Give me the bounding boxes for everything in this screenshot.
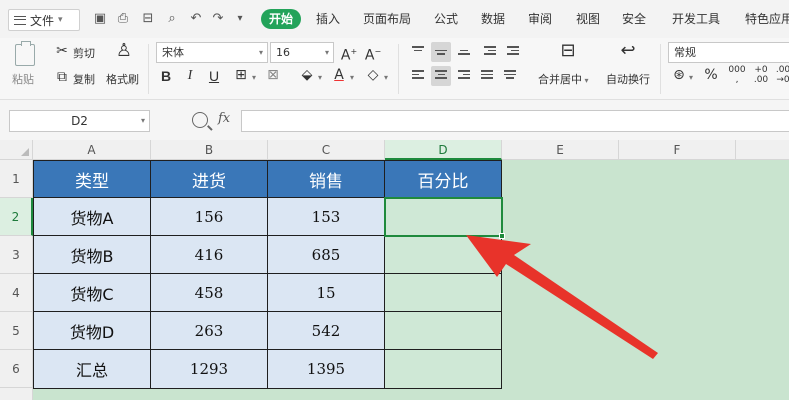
align-top-icon <box>412 46 424 58</box>
merge-center-label: 合并居中 <box>538 73 582 86</box>
increase-decimal-icon[interactable]: +0.00 <box>752 65 770 85</box>
align-middle-button[interactable] <box>431 42 451 62</box>
align-left-button[interactable] <box>408 66 428 86</box>
tab-page-layout[interactable]: 页面布局 <box>363 10 411 28</box>
justify-button[interactable] <box>477 66 497 86</box>
tab-special-apps[interactable]: 特色应用 <box>745 10 789 28</box>
paste-label[interactable]: 粘贴 <box>12 71 34 87</box>
percent-button[interactable]: % <box>702 66 720 84</box>
file-menu-button[interactable]: 文件 ▾ <box>8 9 80 31</box>
format-painter-button[interactable]: 格式刷 <box>106 71 139 87</box>
wrap-text-icon[interactable]: ↩ <box>616 42 640 60</box>
font-name-dropdown[interactable]: 宋体 ▾ <box>156 42 268 63</box>
clear-format-icon[interactable]: ◇ <box>364 66 382 84</box>
annotation-arrow-icon <box>466 235 658 359</box>
increase-font-size-icon[interactable]: A+ <box>340 43 358 65</box>
distributed-icon <box>504 70 516 82</box>
menu-icon <box>14 15 26 25</box>
align-middle-icon <box>435 46 447 58</box>
decrease-indent-button[interactable] <box>480 42 500 62</box>
number-format-dropdown[interactable]: 常规 <box>668 42 789 63</box>
tab-review[interactable]: 审阅 <box>528 10 552 28</box>
chevron-down-icon[interactable]: ▾ <box>687 69 695 87</box>
align-center-button[interactable] <box>431 66 451 86</box>
formula-input[interactable] <box>241 110 789 132</box>
tab-data[interactable]: 数据 <box>481 10 505 28</box>
decrease-font-size-icon[interactable]: A− <box>364 43 382 65</box>
copy-icon[interactable]: ⧉ <box>54 68 70 86</box>
borders-icon[interactable]: ⊞ <box>232 66 250 84</box>
file-menu-label: 文件 <box>30 13 55 28</box>
fx-icon[interactable]: fx <box>218 111 230 126</box>
spreadsheet-grid[interactable]: A B C D E F 1 2 3 4 5 6 类型 进货 销售 百分比 货物A… <box>0 140 789 400</box>
chevron-down-icon: ▾ <box>324 48 329 57</box>
diagonal-border-icon[interactable]: ⊠ <box>264 66 282 84</box>
font-size-dropdown[interactable]: 16 ▾ <box>270 42 334 63</box>
annotation-arrow-shape <box>466 235 658 359</box>
increase-indent-button[interactable] <box>503 42 523 62</box>
ribbon-divider <box>148 44 149 94</box>
currency-icon[interactable]: ⊛ <box>670 66 688 84</box>
chevron-down-icon: ▾ <box>258 48 263 57</box>
distributed-button[interactable] <box>500 66 520 86</box>
thousands-separator-icon[interactable]: 000, <box>726 65 748 85</box>
justify-icon <box>481 70 493 82</box>
align-right-icon <box>458 70 470 82</box>
ribbon-divider <box>660 44 661 94</box>
chevron-down-icon: ▾ <box>58 15 63 25</box>
scissors-icon[interactable]: ✂ <box>54 42 70 60</box>
copy-button[interactable]: 复制 <box>73 71 95 87</box>
name-box-value: D2 <box>71 114 88 128</box>
cut-button[interactable]: 剪切 <box>73 45 95 61</box>
tab-home[interactable]: 开始 <box>261 9 302 29</box>
decrease-decimal-icon[interactable]: .00 →0 <box>774 65 789 85</box>
customize-chevron-icon[interactable]: ▾ <box>232 11 248 27</box>
zoom-icon[interactable] <box>192 112 208 128</box>
decrease-indent-icon <box>484 46 496 58</box>
paste-button[interactable] <box>10 41 42 68</box>
print-icon[interactable]: ⊟ <box>140 11 156 27</box>
menu-bar: 文件 ▾ ▣ ⎙ ⊟ ⌕ ↶ ↷ ▾ 开始 插入 页面布局 公式 数据 审阅 视… <box>0 0 789 38</box>
paste-icon <box>15 41 35 66</box>
redo-icon[interactable]: ↷ <box>210 11 226 27</box>
merge-center-icon[interactable]: ⊟ <box>556 42 580 60</box>
tab-formulas[interactable]: 公式 <box>434 10 458 28</box>
align-right-button[interactable] <box>454 66 474 86</box>
chevron-down-icon[interactable]: ▾ <box>250 69 258 87</box>
tab-view[interactable]: 视图 <box>576 10 600 28</box>
underline-button[interactable]: U <box>206 67 222 85</box>
undo-icon[interactable]: ↶ <box>188 11 204 27</box>
bold-button[interactable]: B <box>158 67 174 85</box>
name-box[interactable]: D2 ▾ <box>9 110 150 132</box>
formula-bar: D2 ▾ fx <box>0 100 789 140</box>
chevron-down-icon[interactable]: ▾ <box>316 69 324 87</box>
align-bottom-button[interactable] <box>454 42 474 62</box>
merge-center-button[interactable]: 合并居中 ▾ <box>538 71 589 87</box>
chevron-down-icon: ▾ <box>140 116 145 125</box>
print-preview-icon[interactable]: ⌕ <box>164 11 180 27</box>
fill-color-icon[interactable]: ⬙ <box>298 66 316 84</box>
export-pdf-icon[interactable]: ⎙ <box>115 11 131 27</box>
save-icon[interactable]: ▣ <box>92 11 108 27</box>
align-bottom-icon <box>458 46 470 58</box>
align-top-button[interactable] <box>408 42 428 62</box>
chevron-down-icon[interactable]: ▾ <box>382 69 390 87</box>
tab-insert[interactable]: 插入 <box>316 10 340 28</box>
italic-button[interactable]: I <box>182 67 198 85</box>
align-center-icon <box>435 70 447 82</box>
font-name-value: 宋体 <box>162 46 184 59</box>
chevron-down-icon: ▾ <box>582 76 589 85</box>
increase-indent-icon <box>507 46 519 58</box>
format-painter-icon[interactable]: ♙ <box>114 42 134 60</box>
number-format-value: 常规 <box>674 46 696 59</box>
font-color-icon[interactable]: A <box>330 66 348 84</box>
align-left-icon <box>412 70 424 82</box>
ribbon-divider <box>398 44 399 94</box>
tab-developer[interactable]: 开发工具 <box>672 10 720 28</box>
wrap-text-button[interactable]: 自动换行 <box>606 71 650 87</box>
chevron-down-icon[interactable]: ▾ <box>348 69 356 87</box>
ribbon-toolbar: 粘贴 ✂ 剪切 ⧉ 复制 ♙ 格式刷 宋体 ▾ 16 ▾ A+ A− B I U… <box>0 38 789 100</box>
font-size-value: 16 <box>276 46 290 59</box>
tab-security[interactable]: 安全 <box>622 10 646 28</box>
